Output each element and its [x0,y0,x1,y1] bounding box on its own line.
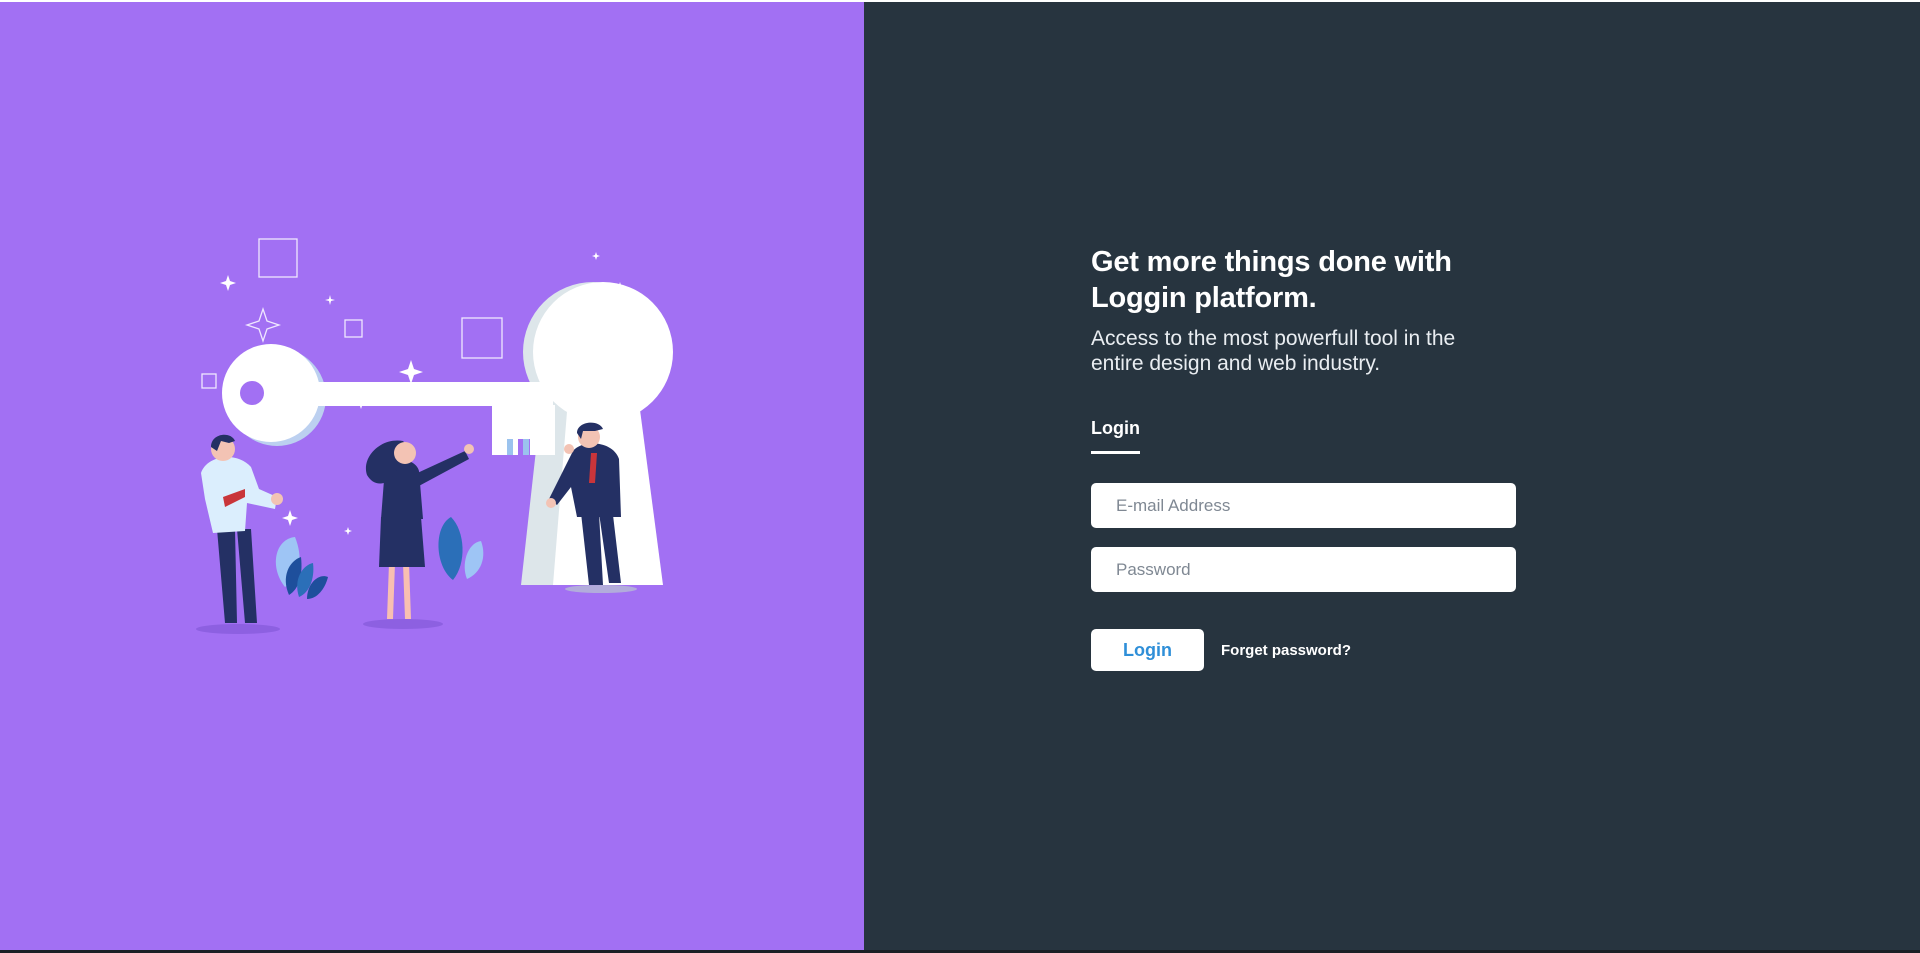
person-hand [564,444,574,454]
person-legs [387,563,411,619]
outline-square [258,238,298,278]
page-title: Get more things done with Loggin platfor… [1091,244,1521,316]
outline-square [461,317,503,359]
person-skirt [379,517,425,567]
outline-square [201,373,217,389]
sparkle [592,252,600,260]
login-button[interactable]: Login [1091,629,1204,671]
sparkle [220,275,236,291]
sparkle [344,527,352,535]
person-hand [464,444,474,454]
email-field[interactable] [1091,483,1516,528]
key-bit-stripe [523,439,529,455]
forgot-password-link[interactable]: Forget password? [1221,642,1351,659]
key-shaft [303,382,553,406]
key-bow-hole [240,381,264,405]
sparkle [282,510,298,526]
plant-leaf [438,517,463,580]
page-subtitle: Access to the most powerfull tool in the… [1091,327,1456,375]
sparkle [399,360,423,384]
tab-login[interactable]: Login [1091,418,1140,454]
headline-line-1: Get more things done with [1091,246,1452,278]
person-shadow [196,624,280,634]
person-hand [271,493,283,505]
outline-square [344,319,363,338]
login-page: Get more things done with Loggin platfor… [0,0,1920,953]
password-field[interactable] [1091,547,1516,592]
hero-panel [0,2,864,950]
plant-leaf [464,541,484,579]
person-shadow [565,585,637,593]
key-bit-stripe [507,439,513,455]
person-head [394,442,416,464]
form-actions: Login Forget password? [1091,629,1521,671]
login-content: Get more things done with Loggin platfor… [1091,244,1521,671]
person-legs [217,529,257,623]
person-shadow [363,619,443,629]
person-arm [413,451,469,487]
headline-line-2: Loggin platform. [1091,282,1317,314]
login-panel: Get more things done with Loggin platfor… [864,2,1920,950]
sparkle [244,306,282,344]
person-hand [546,498,556,508]
sparkle [325,295,335,305]
key-team-illustration [196,238,673,634]
